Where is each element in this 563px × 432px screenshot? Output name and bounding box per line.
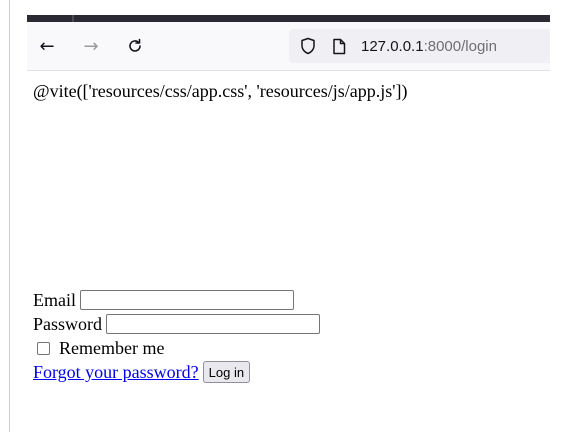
url-text[interactable]: 127.0.0.1:8000/login: [361, 38, 497, 55]
browser-toolbar: ← → 127.0.0.1:8000/login: [27, 22, 550, 71]
window-edge: [9, 0, 10, 432]
email-row: Email: [33, 288, 320, 312]
password-field[interactable]: [106, 314, 321, 334]
login-form: Email Password Remember me Forgot your p…: [33, 288, 321, 384]
vite-directive-text: @vite(['resources/css/app.css', 'resourc…: [33, 81, 408, 101]
arrow-left-icon: ←: [39, 35, 55, 57]
remember-me-label: Remember me: [59, 338, 165, 358]
tab-separator: [72, 15, 74, 22]
password-row: Password: [33, 312, 321, 336]
tab-strip: [27, 15, 550, 22]
remember-me-checkbox[interactable]: [37, 341, 50, 355]
url-path: :8000/login: [423, 37, 497, 55]
remember-row: Remember me: [33, 336, 320, 360]
forward-button[interactable]: →: [77, 32, 105, 60]
browser-window: ← → 127.0.0.1:8000/login @vite(['resourc…: [0, 0, 563, 432]
back-button[interactable]: ←: [33, 32, 61, 60]
email-label: Email: [33, 290, 76, 310]
reload-button[interactable]: [121, 32, 149, 60]
url-bar[interactable]: 127.0.0.1:8000/login: [289, 29, 550, 63]
log-in-button[interactable]: Log in: [202, 361, 251, 383]
actions-row: Forgot your password? Log in: [33, 360, 320, 384]
password-label: Password: [33, 314, 103, 334]
arrow-right-icon: →: [83, 35, 99, 57]
url-host: 127.0.0.1: [361, 37, 424, 55]
email-field[interactable]: [80, 290, 294, 310]
reload-icon: [129, 38, 141, 52]
page-info-icon[interactable]: [331, 37, 347, 55]
forgot-password-link[interactable]: Forgot your password?: [33, 361, 199, 383]
tracking-protection-shield-icon[interactable]: [299, 37, 317, 55]
